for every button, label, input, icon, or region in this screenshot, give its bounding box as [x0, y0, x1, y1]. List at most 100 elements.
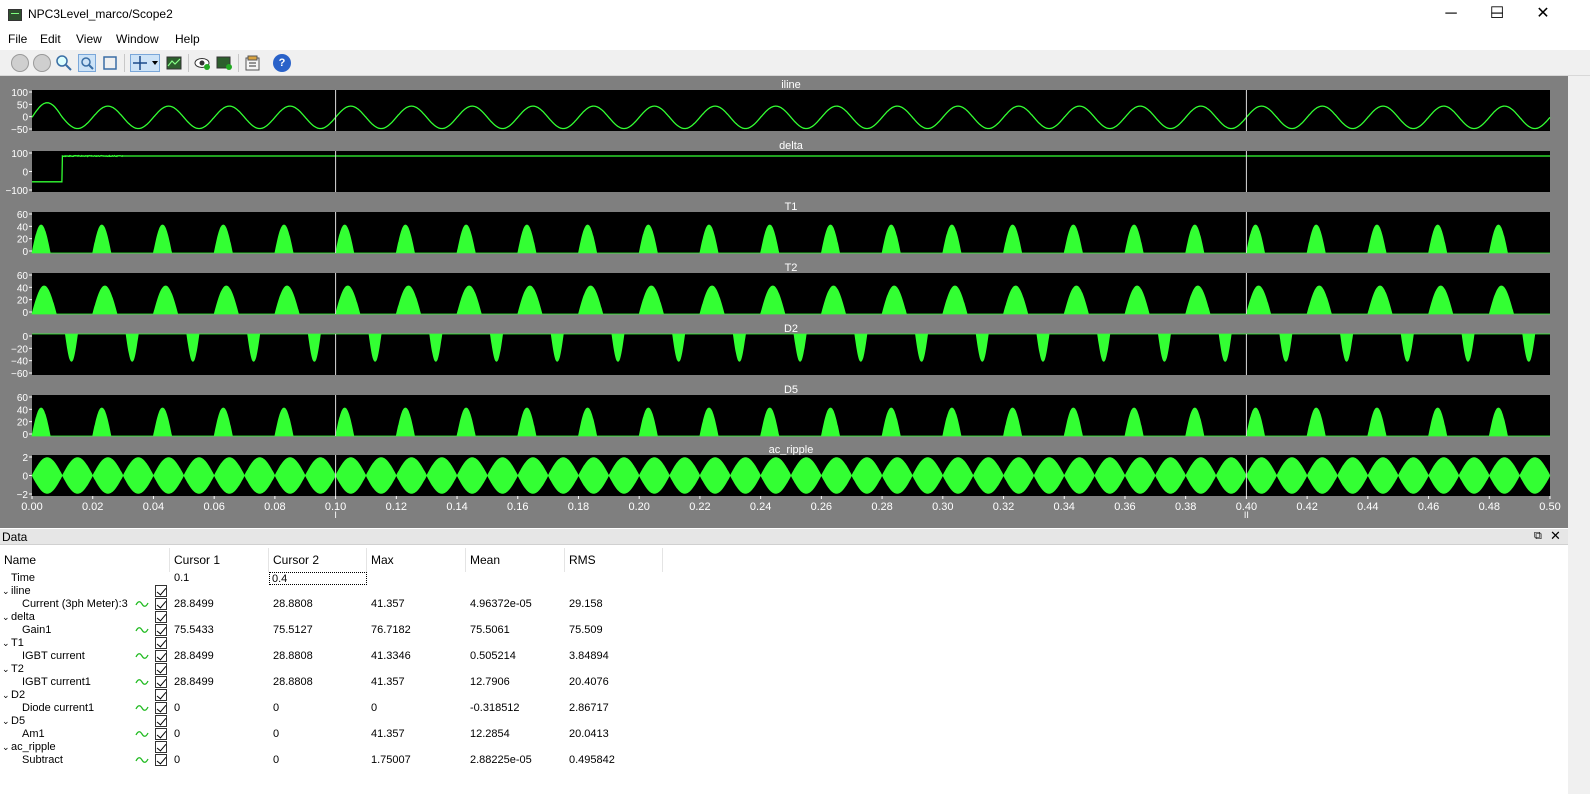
data-panel-header: Data ⧉ ✕ [0, 529, 1568, 545]
y-tick-label: 20 [17, 296, 29, 307]
x-tick-label: 0.20 [628, 501, 649, 513]
signal-selector-icon[interactable] [215, 54, 233, 72]
scope-plot-area: iline 100 50 0 −50 delta 100 0 −100 T1 60 40 20 0 T2 60… [0, 76, 1568, 528]
expand-caret-icon[interactable]: ⌄ [2, 637, 10, 650]
cell-c2: 28.8808 [273, 650, 313, 663]
signal-checkbox[interactable] [155, 624, 167, 636]
visibility-checkbox[interactable] [155, 715, 167, 727]
signal-row[interactable]: Gain1 75.5433 75.5127 76.7182 75.5061 75.509 [0, 624, 1568, 637]
zoom-icon[interactable] [55, 54, 73, 72]
vertical-scrollbar[interactable] [1568, 76, 1590, 528]
signal-name: Current (3ph Meter):3 [22, 598, 128, 611]
cell-mean: 2.88225e-05 [470, 754, 532, 767]
scope-plots: iline100500−50delta1000−100T16040200T260… [0, 76, 1568, 528]
group-row[interactable]: ⌄ T1 [0, 637, 1568, 650]
cell-c1: 28.8499 [174, 650, 214, 663]
signal-row[interactable]: Current (3ph Meter):3 28.8499 28.8808 41.35… [0, 598, 1568, 611]
close-button[interactable]: ✕ [1520, 0, 1566, 30]
expand-caret-icon[interactable]: ⌄ [2, 715, 10, 728]
expand-caret-icon[interactable]: ⌄ [2, 741, 10, 754]
cursor-measure-icon[interactable] [130, 54, 160, 72]
signal-checkbox[interactable] [155, 598, 167, 610]
back-icon[interactable] [11, 54, 29, 72]
group-row[interactable]: ⌄ T2 [0, 663, 1568, 676]
visibility-checkbox[interactable] [155, 611, 167, 623]
data-panel-scrollbar[interactable] [1568, 528, 1590, 794]
signal-checkbox[interactable] [155, 754, 167, 766]
menu-view[interactable]: View [74, 32, 104, 46]
signal-row[interactable]: Subtract 0 0 1.75007 2.88225e-05 0.495842 [0, 754, 1568, 767]
y-tick-label: −20 [11, 344, 28, 355]
signal-checkbox[interactable] [155, 702, 167, 714]
zoom-fit-icon[interactable] [101, 54, 119, 72]
maximize-button[interactable]: ☐ [1474, 0, 1520, 30]
menu-window[interactable]: Window [114, 32, 161, 46]
cell-mean: 0.505214 [470, 650, 516, 663]
style-icon[interactable] [165, 54, 183, 72]
cursor-label: I [334, 510, 337, 520]
cell-max: 76.7182 [371, 624, 411, 637]
column-header-mean[interactable]: Mean [466, 548, 565, 572]
signal-wave-icon [135, 624, 149, 636]
menu-edit[interactable]: Edit [38, 32, 63, 46]
expand-caret-icon[interactable]: ⌄ [2, 689, 10, 702]
signal-row[interactable]: IGBT current1 28.8499 28.8808 41.357 12.7906… [0, 676, 1568, 689]
time-cursor1-value[interactable]: 0.1 [174, 572, 189, 585]
group-row[interactable]: ⌄ iline [0, 585, 1568, 598]
data-panel-title: Data [2, 530, 27, 544]
properties-icon[interactable] [244, 54, 262, 72]
menu-file[interactable]: File [6, 32, 29, 46]
x-tick-label: 0.02 [82, 501, 103, 513]
expand-caret-icon[interactable]: ⌄ [2, 611, 10, 624]
signal-row[interactable]: IGBT current 28.8499 28.8808 41.3346 0.50521… [0, 650, 1568, 663]
column-header-cursor2[interactable]: Cursor 2 [269, 548, 367, 572]
visibility-checkbox[interactable] [155, 585, 167, 597]
y-tick-label: 0 [22, 430, 28, 441]
help-icon[interactable]: ? [273, 54, 291, 72]
float-panel-icon[interactable]: ⧉ [1534, 530, 1542, 543]
visibility-checkbox[interactable] [155, 741, 167, 753]
visibility-checkbox[interactable] [155, 637, 167, 649]
signal-row[interactable]: Am1 0 0 41.357 12.2854 20.0413 [0, 728, 1568, 741]
signal-checkbox[interactable] [155, 728, 167, 740]
menu-help[interactable]: Help [173, 32, 202, 46]
highlight-icon[interactable] [193, 54, 211, 72]
column-header-cursor1[interactable]: Cursor 1 [170, 548, 269, 572]
x-tick-label: 0.04 [143, 501, 164, 513]
close-panel-icon[interactable]: ✕ [1550, 528, 1561, 544]
cell-c2: 28.8808 [273, 676, 313, 689]
cell-max: 41.357 [371, 598, 405, 611]
minimize-button-glyph[interactable]: ─ [1428, 0, 1474, 30]
zoom-x-icon[interactable] [78, 54, 96, 72]
x-tick-label: 0.14 [446, 501, 467, 513]
y-tick-label: 60 [17, 393, 29, 404]
group-row[interactable]: ⌄ D5 [0, 715, 1568, 728]
x-tick-label: 0.08 [264, 501, 285, 513]
signal-wave-icon [135, 650, 149, 662]
group-row[interactable]: ⌄ ac_ripple [0, 741, 1568, 754]
cell-c1: 0 [174, 728, 180, 741]
visibility-checkbox[interactable] [155, 689, 167, 701]
group-row[interactable]: ⌄ delta [0, 611, 1568, 624]
y-tick-label: 0 [22, 332, 28, 343]
time-cursor2-input[interactable]: 0.4 [269, 572, 367, 585]
y-tick-label: −40 [11, 357, 28, 368]
signal-row[interactable]: Diode current1 0 0 0 -0.318512 2.86717 [0, 702, 1568, 715]
x-tick-label: 0.22 [689, 501, 710, 513]
column-header-max[interactable]: Max [367, 548, 466, 572]
visibility-checkbox[interactable] [155, 663, 167, 675]
expand-caret-icon[interactable]: ⌄ [2, 585, 10, 598]
y-tick-label: 0 [22, 168, 28, 179]
signal-checkbox[interactable] [155, 650, 167, 662]
group-label: D2 [11, 689, 25, 702]
expand-caret-icon[interactable]: ⌄ [2, 663, 10, 676]
signal-checkbox[interactable] [155, 676, 167, 688]
cell-c1: 75.5433 [174, 624, 214, 637]
column-header-rms[interactable]: RMS [565, 548, 663, 572]
signal-wave-icon [135, 702, 149, 714]
group-row[interactable]: ⌄ D2 [0, 689, 1568, 702]
x-tick-label: 0.18 [568, 501, 589, 513]
forward-icon[interactable] [33, 54, 51, 72]
column-header-name[interactable]: Name [0, 548, 170, 572]
plot-background [32, 334, 1550, 375]
